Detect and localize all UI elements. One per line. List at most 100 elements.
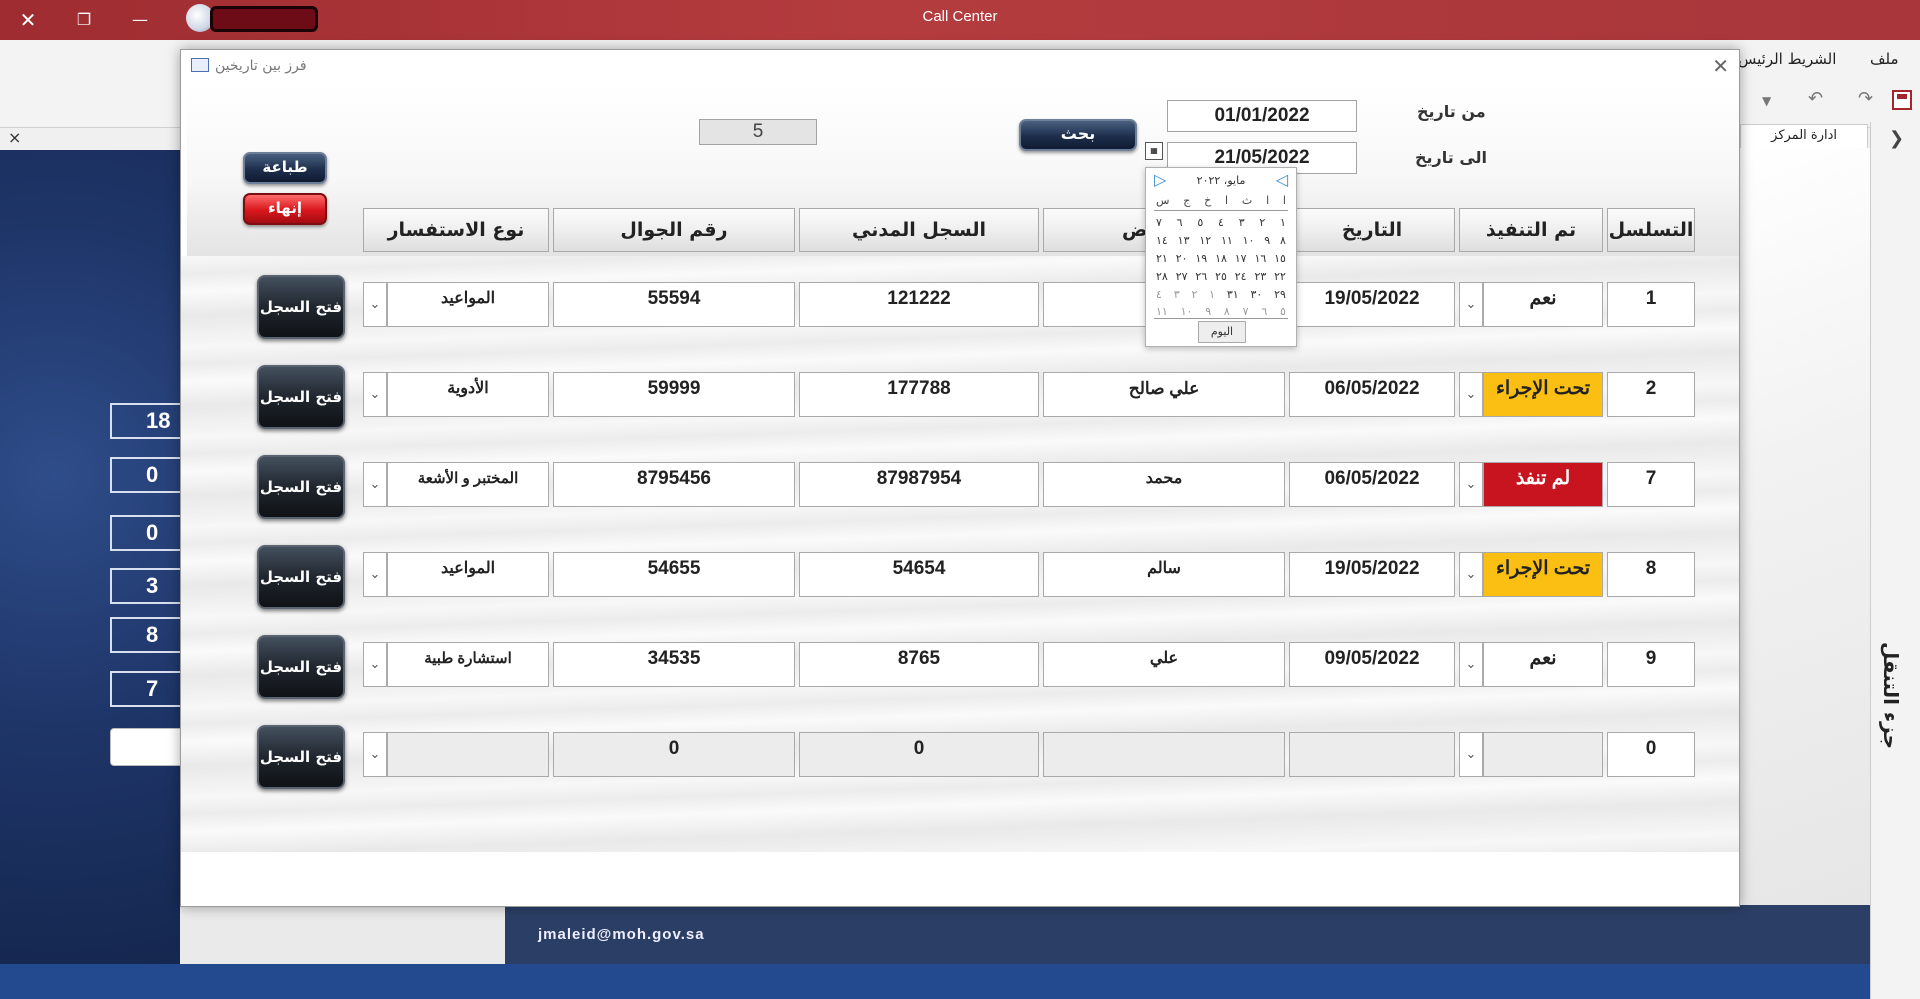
calendar-day[interactable]: ٩ <box>1264 234 1271 247</box>
calendar-day[interactable]: ٦ <box>1261 305 1268 318</box>
inquiry-dropdown-icon[interactable]: ⌄ <box>363 642 387 687</box>
dialog-close-icon[interactable]: ✕ <box>1712 54 1729 78</box>
tab-file[interactable]: ملف <box>1870 50 1899 68</box>
row-inquiry-type[interactable]: المختبر و الأشعة <box>387 462 549 507</box>
calendar-day[interactable]: ١٠ <box>1243 234 1256 247</box>
customize-toolbar-icon[interactable]: ▼ <box>1762 94 1771 108</box>
side-blank-button[interactable] <box>110 728 190 766</box>
calendar-day[interactable]: ١٩ <box>1195 252 1208 265</box>
calendar-day[interactable]: ٢٥ <box>1215 270 1228 283</box>
row-date[interactable]: 19/05/2022 <box>1289 552 1455 597</box>
row-serial[interactable]: 7 <box>1607 462 1695 507</box>
calendar-day[interactable]: ١٨ <box>1215 252 1228 265</box>
done-dropdown-icon[interactable]: ⌄ <box>1459 372 1483 417</box>
calendar-day[interactable]: ١٧ <box>1235 252 1248 265</box>
calendar-day[interactable]: ٧ <box>1243 305 1250 318</box>
navigation-pane[interactable]: ❯ جزء التنقل <box>1870 122 1920 999</box>
row-done-status[interactable]: تحت الإجراء <box>1483 552 1603 597</box>
calendar-day[interactable]: ٢١ <box>1156 252 1169 265</box>
calendar-day[interactable]: ٢٨ <box>1156 270 1169 283</box>
row-patient[interactable]: محمد <box>1043 462 1285 507</box>
calendar-day[interactable]: ٥ <box>1197 216 1204 229</box>
calendar-day[interactable]: ١٣ <box>1178 234 1191 247</box>
calendar-day[interactable]: ١ <box>1209 288 1216 301</box>
row-patient[interactable]: علي صالح <box>1043 372 1285 417</box>
calendar-day[interactable]: ٢٠ <box>1176 252 1189 265</box>
inquiry-dropdown-icon[interactable]: ⌄ <box>363 282 387 327</box>
row-mobile[interactable]: 59999 <box>553 372 795 417</box>
open-record-button[interactable]: فتح السجل <box>257 635 345 699</box>
done-dropdown-icon[interactable]: ⌄ <box>1459 282 1483 327</box>
row-done-status[interactable] <box>1483 732 1603 777</box>
row-date[interactable]: 06/05/2022 <box>1289 372 1455 417</box>
undo-icon[interactable]: ↶ <box>1808 88 1823 109</box>
exit-button[interactable]: إنهاء <box>243 193 327 225</box>
calendar-day[interactable]: ١٥ <box>1274 252 1287 265</box>
row-mobile[interactable]: 54655 <box>553 552 795 597</box>
calendar-day[interactable]: ٣ <box>1239 216 1246 229</box>
row-patient[interactable]: علي <box>1043 642 1285 687</box>
done-dropdown-icon[interactable]: ⌄ <box>1459 642 1483 687</box>
row-serial[interactable]: 8 <box>1607 552 1695 597</box>
row-civil-id[interactable]: 177788 <box>799 372 1039 417</box>
open-record-button[interactable]: فتح السجل <box>257 455 345 519</box>
row-serial[interactable]: 9 <box>1607 642 1695 687</box>
row-civil-id[interactable]: 54654 <box>799 552 1039 597</box>
tab-home[interactable]: الشريط الرئيس <box>1738 50 1836 68</box>
open-record-button[interactable]: فتح السجل <box>257 545 345 609</box>
calendar-day[interactable]: ٣ <box>1174 288 1181 301</box>
row-inquiry-type[interactable]: المواعيد <box>387 552 549 597</box>
inquiry-dropdown-icon[interactable]: ⌄ <box>363 732 387 777</box>
row-done-status[interactable]: لم تنفذ <box>1483 462 1603 507</box>
row-date[interactable] <box>1289 732 1455 777</box>
row-inquiry-type[interactable]: استشارة طبية <box>387 642 549 687</box>
from-date-input[interactable]: 01/01/2022 <box>1167 100 1357 132</box>
row-patient[interactable] <box>1043 732 1285 777</box>
row-civil-id[interactable]: 87987954 <box>799 462 1039 507</box>
close-document-icon[interactable]: × <box>8 128 21 147</box>
row-date[interactable]: 06/05/2022 <box>1289 462 1455 507</box>
search-button[interactable]: بحث <box>1019 119 1137 151</box>
inquiry-dropdown-icon[interactable]: ⌄ <box>363 462 387 507</box>
row-civil-id[interactable]: 0 <box>799 732 1039 777</box>
row-mobile[interactable]: 8795456 <box>553 462 795 507</box>
done-dropdown-icon[interactable]: ⌄ <box>1459 462 1483 507</box>
calendar-day[interactable]: ٦ <box>1177 216 1184 229</box>
tab-center-management[interactable]: ادارة المركز <box>1740 124 1868 148</box>
row-inquiry-type[interactable]: المواعيد <box>387 282 549 327</box>
row-serial[interactable]: 2 <box>1607 372 1695 417</box>
done-dropdown-icon[interactable]: ⌄ <box>1459 552 1483 597</box>
calendar-day[interactable]: ٨ <box>1280 234 1287 247</box>
calendar-day[interactable]: ١٦ <box>1254 252 1267 265</box>
calendar-day[interactable]: ٢٩ <box>1274 288 1287 301</box>
row-mobile[interactable]: 34535 <box>553 642 795 687</box>
row-date[interactable]: 19/05/2022 <box>1289 282 1455 327</box>
calendar-day[interactable]: ٤ <box>1156 288 1163 301</box>
calendar-day[interactable]: ٢٣ <box>1254 270 1267 283</box>
inquiry-dropdown-icon[interactable]: ⌄ <box>363 552 387 597</box>
row-serial[interactable]: 0 <box>1607 732 1695 777</box>
calendar-day[interactable]: ٢٦ <box>1195 270 1208 283</box>
calendar-day[interactable]: ١٠ <box>1181 305 1194 318</box>
date-picker-popup[interactable]: ◁ ▷ مايو، ٢٠٢٢ س ج خ ا ث ا ا ٧٦٥٤٣٢١ ١٤ ١… <box>1145 167 1297 347</box>
calendar-day[interactable]: ١١ <box>1221 234 1234 247</box>
row-civil-id[interactable]: 121222 <box>799 282 1039 327</box>
row-done-status[interactable]: نعم <box>1483 282 1603 327</box>
calendar-day[interactable]: ٧ <box>1156 216 1163 229</box>
save-icon[interactable] <box>1892 90 1912 110</box>
calendar-day[interactable]: ٩ <box>1205 305 1212 318</box>
calendar-day[interactable]: ١ <box>1280 216 1287 229</box>
row-date[interactable]: 09/05/2022 <box>1289 642 1455 687</box>
calendar-day[interactable]: ٢ <box>1259 216 1266 229</box>
chevron-right-icon[interactable]: ❯ <box>1889 128 1904 149</box>
calendar-day[interactable]: ٢ <box>1191 288 1198 301</box>
calendar-day[interactable]: ٣٠ <box>1251 288 1264 301</box>
row-done-status[interactable]: تحت الإجراء <box>1483 372 1603 417</box>
calendar-day[interactable]: ٥ <box>1280 305 1287 318</box>
today-button[interactable]: اليوم <box>1198 321 1246 343</box>
row-inquiry-type[interactable]: الأدوية <box>387 372 549 417</box>
row-serial[interactable]: 1 <box>1607 282 1695 327</box>
print-button[interactable]: طباعة <box>243 152 327 184</box>
row-mobile[interactable]: 55594 <box>553 282 795 327</box>
row-patient[interactable]: سالم <box>1043 552 1285 597</box>
